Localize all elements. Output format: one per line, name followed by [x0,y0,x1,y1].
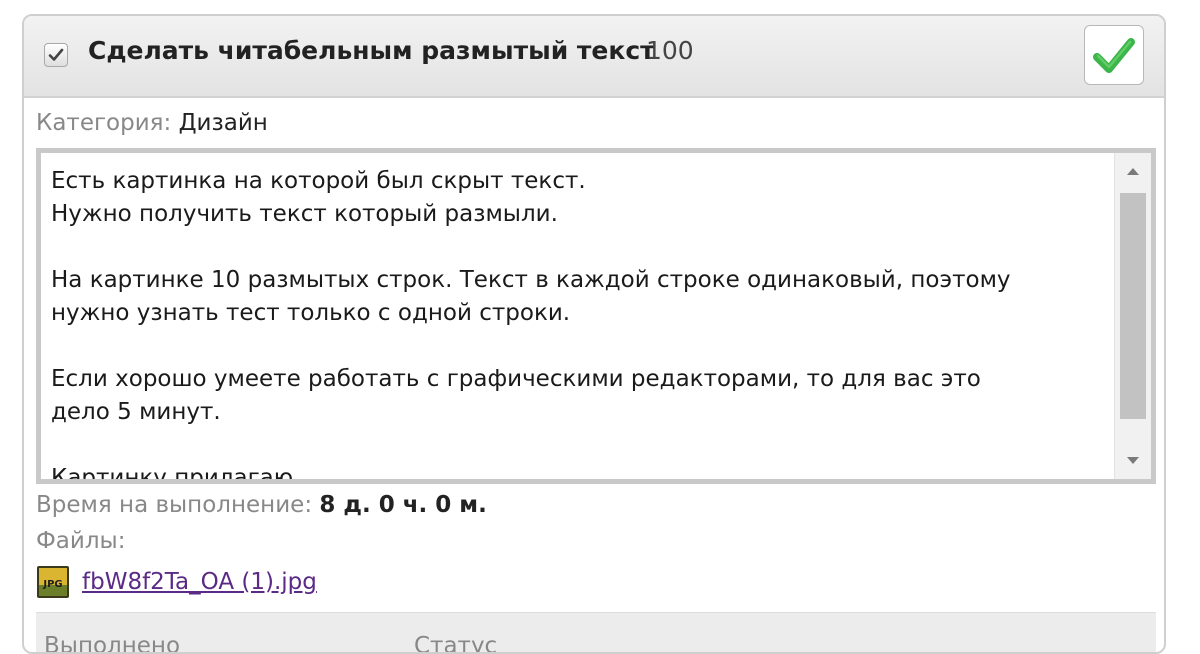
task-title: Сделать читабельным размытый текст [88,36,655,65]
deadline-value: 8 д. 0 ч. 0 м. [319,492,487,518]
category-label: Категория: [36,110,172,136]
deadline-label: Время на выполнение: [36,492,313,518]
category-value: Дизайн [178,110,268,136]
description-textarea[interactable]: Есть картинка на которой был скрыт текст… [36,148,1156,484]
deadline-row: Время на выполнение: 8 д. 0 ч. 0 м. [36,492,487,518]
footer-label-2: Статус [414,633,498,654]
footer-strip: Выполнено Статус [36,612,1156,654]
approve-button[interactable] [1084,25,1144,85]
scroll-thumb[interactable] [1120,193,1146,419]
task-count: 100 [646,36,694,65]
task-header: Сделать читабельным размытый текст 100 [24,16,1164,98]
scroll-down-button[interactable] [1115,443,1151,479]
checkmark-icon [48,48,64,61]
green-check-icon [1093,38,1135,73]
files-label: Файлы: [36,528,126,554]
file-attachment[interactable]: JPG fbW8f2Ta_OA (1).jpg [36,564,317,600]
task-card: Сделать читабельным размытый текст 100 К… [22,14,1166,654]
description-text: Есть картинка на которой был скрыт текст… [51,168,1011,484]
footer-label-1: Выполнено [44,633,181,654]
scroll-up-button[interactable] [1115,153,1151,189]
task-checkbox[interactable] [44,43,68,67]
file-link[interactable]: fbW8f2Ta_OA (1).jpg [82,569,317,595]
description-scrollbar[interactable] [1114,153,1151,479]
category-row: Категория: Дизайн [36,110,268,136]
file-icon-label: JPG [42,579,62,590]
arrow-down-icon [1127,457,1139,464]
arrow-up-icon [1127,168,1139,175]
jpg-file-icon: JPG [36,565,70,599]
